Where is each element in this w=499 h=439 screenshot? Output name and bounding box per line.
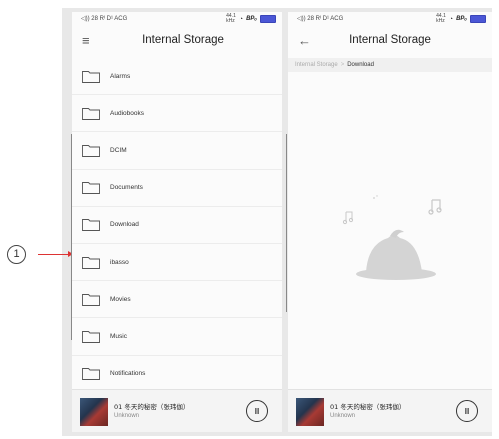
album-art[interactable] (296, 398, 324, 426)
breadcrumb-separator: > (340, 62, 345, 68)
folder-name: ibasso (110, 258, 129, 266)
bp-indicator: BPₒ (456, 16, 467, 22)
folder-row[interactable]: Download (72, 207, 282, 244)
status-bar: ◁)) 28 Rᴵ D¹ ACG 44.1 kHz ◔ BPₒ (72, 12, 282, 25)
folder-row[interactable]: DCIM (72, 132, 282, 170)
music-note-icon (342, 211, 354, 225)
mini-player[interactable]: 01 冬天的秘密（张玮伽） Unknown II (72, 389, 282, 432)
page-title: Internal Storage (142, 34, 224, 46)
folder-icon (82, 256, 100, 269)
bp-indicator: BPₒ (246, 16, 257, 22)
callout-number: 1 (7, 245, 26, 264)
breadcrumb-current: Download (347, 62, 374, 68)
wifi-icon: ◔ (448, 15, 454, 23)
folder-row[interactable]: ibasso (72, 244, 282, 282)
folder-icon (82, 70, 100, 83)
folder-name: Alarms (110, 72, 131, 80)
folder-row[interactable]: Documents (72, 170, 282, 207)
folder-row[interactable]: Alarms (72, 58, 282, 96)
folder-icon (82, 330, 100, 343)
folder-icon (82, 293, 100, 306)
middle-edge-line (286, 134, 287, 312)
folder-row[interactable]: Movies (72, 281, 282, 319)
status-left-text: ◁)) 28 Rᴵ D¹ ACG (81, 16, 128, 22)
battery-icon (470, 15, 486, 23)
folder-name: Notifications (110, 370, 146, 378)
empty-folder-illustration (342, 195, 442, 280)
status-bar: ◁)) 28 Rᴵ D¹ ACG 44.1 kHz ◔ BPₒ (288, 12, 492, 25)
folder-name: Music (110, 332, 127, 340)
music-note-icon (428, 199, 442, 215)
folder-name: Audiobooks (110, 109, 144, 117)
artist-name: Unknown (330, 413, 356, 419)
folder-row[interactable]: Music (72, 318, 282, 356)
breadcrumb-root[interactable]: Internal Storage (295, 62, 338, 68)
title-bar: ≡ Internal Storage (72, 29, 282, 53)
pause-icon[interactable]: II (246, 400, 268, 422)
sparkle-icon (373, 195, 378, 199)
album-art[interactable] (80, 398, 108, 426)
folder-name: Documents (110, 184, 143, 192)
folder-name: Download (110, 221, 139, 229)
left-screen: ◁)) 28 Rᴵ D¹ ACG 44.1 kHz ◔ BPₒ ≡ Intern… (72, 12, 282, 432)
wifi-icon: ◔ (238, 15, 244, 23)
folder-icon (82, 144, 100, 157)
folder-icon (82, 107, 100, 120)
folder-list: Alarms Audiobooks DCIM Documents Download iba… (72, 58, 282, 393)
folder-row[interactable]: Audiobooks (72, 95, 282, 133)
artist-name: Unknown (114, 413, 140, 419)
mini-player[interactable]: 01 冬天的秘密（张玮伽） Unknown II (288, 389, 492, 432)
title-bar: ← Internal Storage (288, 29, 492, 53)
folder-name: DCIM (110, 146, 127, 154)
folder-row[interactable]: Notifications (72, 356, 282, 393)
song-title: 01 冬天的秘密（张玮伽） (330, 403, 406, 411)
sample-rate-unit: kHz (226, 18, 235, 24)
battery-icon (260, 15, 276, 23)
callout-line (38, 254, 71, 255)
folder-icon (82, 218, 100, 232)
sample-rate-unit: kHz (436, 18, 445, 24)
pause-icon[interactable]: II (456, 400, 478, 422)
folder-name: Movies (110, 295, 131, 303)
right-screen: ◁)) 28 Rᴵ D¹ ACG 44.1 kHz ◔ BPₒ ← Intern… (288, 12, 492, 432)
folder-icon (82, 367, 100, 381)
page-title: Internal Storage (349, 34, 431, 46)
song-title: 01 冬天的秘密（张玮伽） (114, 403, 190, 411)
empty-blob-shape (366, 235, 422, 272)
folder-icon (82, 181, 100, 195)
breadcrumb: Internal Storage > Download (288, 58, 492, 72)
status-left-text: ◁)) 28 Rᴵ D¹ ACG (297, 16, 344, 22)
